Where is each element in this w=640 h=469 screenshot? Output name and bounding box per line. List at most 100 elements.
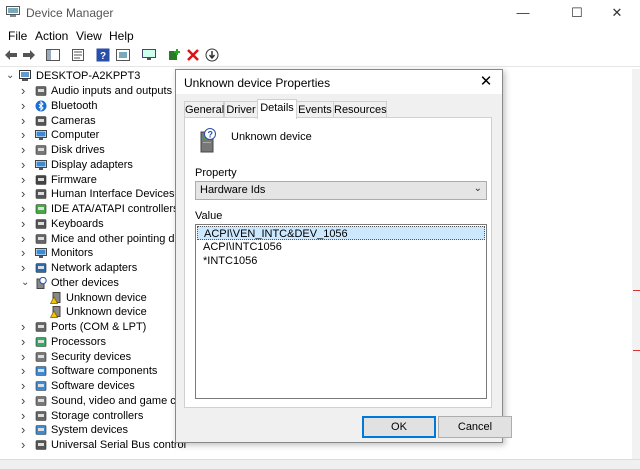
expand-arrow-icon[interactable]: › — [21, 232, 31, 245]
tab-events[interactable]: Events — [296, 101, 334, 118]
warning-device-icon — [50, 291, 61, 304]
menu-view[interactable]: View — [76, 29, 102, 43]
tree-item-label: Network adapters — [51, 262, 138, 274]
tree-category[interactable]: › Security devices — [0, 350, 186, 365]
tree-category[interactable]: › Processors — [0, 335, 186, 350]
close-button[interactable]: ✕ — [594, 0, 640, 26]
disk-icon — [35, 145, 47, 155]
tree-category[interactable]: › Storage controllers — [0, 409, 186, 424]
expand-arrow-icon[interactable]: › — [21, 335, 31, 348]
value-listbox[interactable]: ACPI\VEN_INTC&DEV_1056 ACPI\INTC1056 *IN… — [195, 224, 487, 399]
expand-arrow-icon[interactable]: › — [21, 158, 31, 171]
security-icon — [35, 351, 47, 362]
tree-item-label: Security devices — [51, 350, 132, 363]
tree-category[interactable]: ⌄ Other devices — [0, 276, 186, 291]
menu-help[interactable]: Help — [109, 29, 134, 43]
expand-arrow-icon[interactable]: › — [21, 261, 31, 274]
chevron-down-icon: ⌄ — [473, 183, 482, 194]
port-icon — [35, 322, 47, 332]
tree-category[interactable]: › Audio inputs and outputs — [0, 84, 186, 99]
tree-category[interactable]: › Keyboards — [0, 217, 186, 232]
expand-arrow-icon[interactable]: › — [21, 423, 31, 436]
disable-icon[interactable] — [205, 48, 219, 62]
scan-hardware-icon[interactable] — [142, 48, 156, 62]
expand-arrow-icon[interactable]: › — [21, 217, 31, 230]
tree-category[interactable]: › Disk drives — [0, 143, 186, 158]
scrollbar-vertical[interactable] — [632, 69, 640, 459]
tree-category[interactable]: › System devices — [0, 423, 186, 438]
tree-category[interactable]: › Cameras — [0, 114, 186, 129]
expand-arrow-icon[interactable]: › — [21, 187, 31, 200]
tree-child-item[interactable]: Unknown device — [0, 291, 186, 306]
back-icon[interactable] — [4, 48, 18, 62]
title-bar: Device Manager — ☐ ✕ — [0, 0, 640, 26]
expand-arrow-icon[interactable]: › — [21, 202, 31, 215]
expand-arrow-icon[interactable]: › — [21, 409, 31, 422]
tree-item-label: Disk drives — [51, 144, 105, 156]
tree-category[interactable]: › Mice and other pointing devi — [0, 232, 186, 247]
tree-item-label: Computer — [51, 129, 100, 142]
tab-driver[interactable]: Driver — [224, 101, 258, 118]
tab-details[interactable]: Details — [257, 99, 297, 119]
expand-arrow-icon[interactable]: › — [21, 128, 31, 141]
expand-arrow-icon[interactable]: › — [21, 246, 31, 259]
expand-arrow-icon[interactable]: › — [21, 173, 31, 186]
expand-arrow-icon[interactable]: › — [21, 350, 31, 363]
tree-category[interactable]: › Universal Serial Bus controllers — [0, 438, 186, 453]
expand-arrow-icon[interactable]: › — [21, 364, 31, 377]
value-item[interactable]: ACPI\VEN_INTC&DEV_1056 — [197, 226, 485, 240]
tree-category[interactable]: › Display adapters — [0, 158, 186, 173]
tree-category[interactable]: › Firmware — [0, 173, 186, 188]
tab-general[interactable]: General — [184, 101, 224, 118]
value-item[interactable]: *INTC1056 — [197, 254, 485, 268]
tree-category[interactable]: › Software devices — [0, 379, 186, 394]
red-line-mark — [633, 290, 640, 291]
minimize-button[interactable]: — — [500, 0, 546, 26]
unknown-device-icon — [36, 276, 47, 289]
tree-category[interactable]: › Computer — [0, 128, 186, 143]
tree-child-item[interactable]: Unknown device — [0, 305, 186, 320]
expand-arrow-icon[interactable]: › — [21, 438, 31, 451]
collapse-arrow-icon[interactable]: ⌄ — [21, 277, 31, 289]
expand-arrow-icon[interactable]: › — [21, 320, 31, 333]
expand-arrow-icon[interactable]: › — [21, 143, 31, 156]
tree-item-label: Unknown device — [66, 306, 147, 319]
dialog-close-icon[interactable]: ✕ — [476, 72, 496, 92]
properties-icon[interactable] — [71, 48, 85, 62]
tab-resources[interactable]: Resources — [333, 101, 387, 118]
tree-category[interactable]: › Human Interface Devices — [0, 187, 186, 202]
cancel-button[interactable]: Cancel — [438, 416, 512, 438]
expand-arrow-icon[interactable]: › — [21, 114, 31, 127]
value-item[interactable]: ACPI\INTC1056 — [197, 240, 485, 254]
tree-root[interactable]: ⌄ DESKTOP-A2KPPT3 — [0, 69, 186, 84]
menu-action[interactable]: Action — [35, 29, 68, 43]
expand-arrow-icon[interactable]: › — [21, 84, 31, 97]
expand-arrow-icon[interactable]: › — [21, 99, 31, 112]
tree-category[interactable]: › IDE ATA/ATAPI controllers — [0, 202, 186, 217]
expand-arrow-icon[interactable]: › — [21, 394, 31, 407]
update-driver-icon[interactable] — [116, 48, 130, 62]
tree-category[interactable]: › Bluetooth — [0, 99, 186, 114]
tree-category[interactable]: › Monitors — [0, 246, 186, 261]
properties-dialog: Unknown device Properties ✕ General Driv… — [175, 69, 512, 443]
expand-arrow-icon[interactable]: ⌄ — [6, 70, 16, 82]
cpu-icon — [35, 336, 47, 347]
uninstall-icon[interactable] — [186, 48, 200, 62]
property-select[interactable]: Hardware Ids ⌄ — [195, 181, 487, 200]
console-tree-icon[interactable] — [46, 48, 60, 62]
usb-icon — [35, 440, 47, 450]
help-icon[interactable]: ? — [96, 48, 110, 62]
tree-category[interactable]: › Software components — [0, 364, 186, 379]
add-legacy-icon[interactable] — [167, 48, 181, 62]
hid-icon — [35, 189, 47, 200]
expand-arrow-icon[interactable]: › — [21, 379, 31, 392]
menu-file[interactable]: File — [8, 29, 27, 43]
forward-icon[interactable] — [22, 48, 36, 62]
tree-category[interactable]: › Ports (COM & LPT) — [0, 320, 186, 335]
ok-button[interactable]: OK — [362, 416, 436, 438]
software-icon — [35, 381, 47, 391]
tree-item-label: IDE ATA/ATAPI controllers — [51, 203, 179, 215]
tree-category[interactable]: › Network adapters — [0, 261, 186, 276]
tree-category[interactable]: › Sound, video and game cont — [0, 394, 186, 409]
device-tree: ⌄ DESKTOP-A2KPPT3 › Audio inputs and outp… — [0, 69, 186, 459]
